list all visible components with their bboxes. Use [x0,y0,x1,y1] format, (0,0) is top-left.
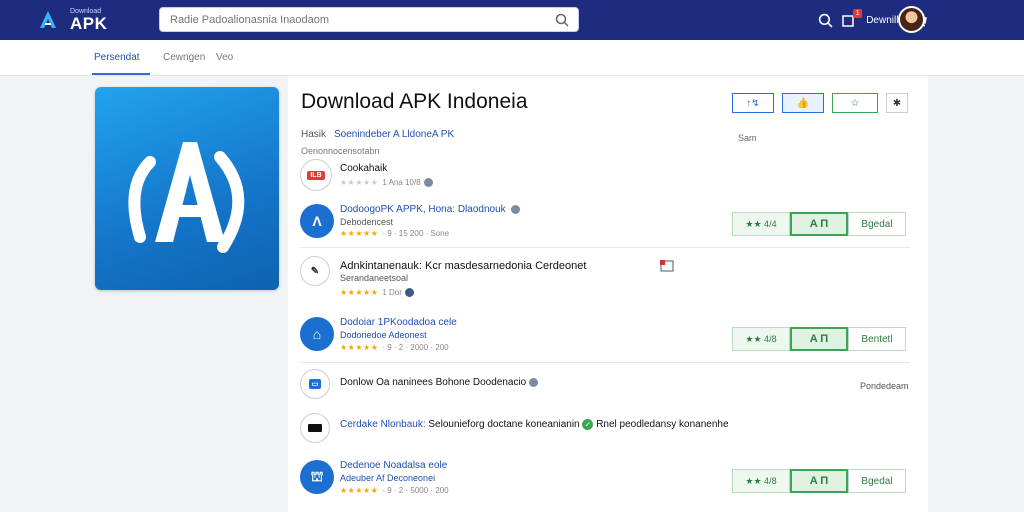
apk-button[interactable]: A Π [790,327,848,351]
app-subtitle: Dodoriedoe Adeonest [340,330,427,340]
download-button[interactable]: Bentetl [848,327,906,351]
app-icon: Λ [300,204,334,238]
app-icon: ILB [300,159,332,191]
app-name[interactable]: Cookahaik [340,163,387,174]
app-icon [300,413,330,443]
rating-stars: ★★★★★ 1 Ana 10/8 [340,178,433,188]
info-icon [423,178,433,188]
rating-button[interactable]: ★★ 4/8 [732,327,790,351]
app-meta: Hasik Soenindeber A LldoneA PK [301,129,454,140]
avatar[interactable] [898,6,925,33]
share-button[interactable]: ↑↯ [732,93,774,113]
action-buttons: ★★ 4/8 A Π Bgedal [732,469,906,493]
pin-button[interactable]: ✱ [886,93,908,113]
divider [300,247,910,248]
list-item[interactable]: ▭ Donlow Oa naninees Bohone Doodenacio P… [300,369,910,401]
page-title: Download APK Indoneia [301,90,528,113]
apk-button[interactable]: A Π [790,212,848,236]
logo[interactable]: Download APK [36,6,107,34]
rating-stars: ★★★★★ · 9 · 2 · 5000 · 200 [340,486,449,495]
apk-button[interactable]: A Π [790,469,848,493]
tab-cewngen[interactable]: Cewngen [163,52,205,63]
app-icon: ⛫ [300,460,334,494]
app-icon-glyph [308,424,322,432]
logo-text: APK [70,14,108,33]
app-meta-sub: Oenonnocensotabn [301,146,380,156]
list-item[interactable]: ✎ Adnkintanenauk: Kcr masdesarnedonia Ce… [300,254,910,300]
favorite-button[interactable]: ☆ [832,93,878,113]
app-actions: ↑↯ 👍 ☆ ✱ [732,93,908,113]
search-box [159,7,579,32]
app-icon: ⌂ [300,317,334,351]
app-name[interactable]: Donlow Oa naninees Bohone Doodenacio [340,377,539,388]
logo-icon [40,11,56,28]
search-icon[interactable] [555,13,569,27]
verified-icon: ✓ [582,419,594,430]
list-item[interactable]: ⌂ Dodoiar 1PKoodadoa cele Dodoriedoe Ade… [300,314,910,356]
app-icon: ▭ [300,369,330,399]
developer-link[interactable]: Soenindeber A LldoneA PK [334,129,454,140]
row-right-label: Pondedeam [860,381,909,391]
globe-icon [404,288,414,298]
app-logo-icon [128,142,245,253]
app-name[interactable]: Cerdake Nlonbauk: Selounieforg doctane k… [340,419,729,430]
search-icon[interactable] [818,13,833,28]
app-name[interactable]: Dedenoe Noadalsa eole [340,460,447,471]
top-bar: Download APK 1 Dewnille [0,0,1024,40]
app-hero-image [95,87,279,290]
app-name[interactable]: DodoogoPK APPK, Hona: Dlaodnouk [340,204,521,215]
app-name[interactable]: Adnkintanenauk: Kcr masdesarnedonia Cerd… [340,260,586,272]
search-input[interactable] [170,8,540,31]
info-icon [529,377,539,387]
download-button[interactable]: Bgedal [848,212,906,236]
app-icon: ✎ [300,256,330,286]
app-subtitle: Adeuber Af Deconeonei [340,473,436,483]
rating-button[interactable]: ★★ 4/4 [732,212,790,236]
like-button[interactable]: 👍 [782,93,824,113]
list-item[interactable]: Λ DodoogoPK APPK, Hona: Dlaodnouk Debode… [300,202,910,242]
active-tab-indicator [92,73,150,75]
report-icon[interactable] [660,260,674,272]
action-buttons: ★★ 4/8 A Π Bentetl [732,327,906,351]
action-buttons: ★★ 4/4 A Π Bgedal [732,212,906,236]
notifications-icon[interactable]: 1 [842,8,863,28]
tab-veo[interactable]: Veo [216,52,233,63]
app-subtitle: Debodencest [340,217,394,227]
rating-stars: ★★★★★ · 9 · 15 200 · Sone [340,229,450,238]
tab-bar: Persendat Cewngen Veo [0,40,1024,76]
side-label: Sam [738,133,757,143]
tab-persendat[interactable]: Persendat [94,52,140,63]
download-button[interactable]: Bgedal [848,469,906,493]
rating-button[interactable]: ★★ 4/8 [732,469,790,493]
notification-badge: 1 [853,8,863,18]
rating-stars: ★★★★★ · 9 · 2 · 2000 · 200 [340,343,449,352]
app-subtitle: Serandaneetsoal [340,273,409,283]
globe-icon [511,204,521,214]
list-item[interactable]: ⛫ Dedenoe Noadalsa eole Adeuber Af Decon… [300,458,910,500]
list-item[interactable]: Cerdake Nlonbauk: Selounieforg doctane k… [300,413,910,447]
rating-stars: ★★★★★ 1 Dor [340,288,414,298]
divider [300,362,910,363]
list-item[interactable]: ILB Cookahaik ★★★★★ 1 Ana 10/8 [300,158,910,192]
app-name[interactable]: Dodoiar 1PKoodadoa cele [340,317,457,328]
meta-label: Hasik [301,129,327,140]
